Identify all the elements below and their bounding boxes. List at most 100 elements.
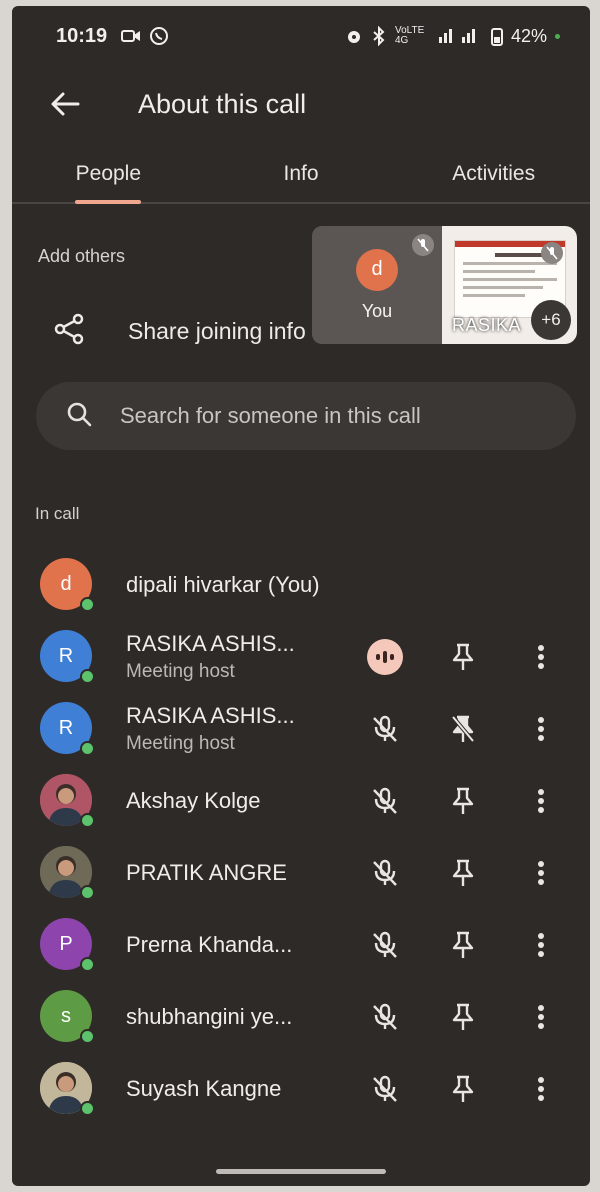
pin-icon[interactable] xyxy=(443,637,483,677)
participant-name: PRATIK ANGRE xyxy=(126,860,287,885)
pin-icon[interactable] xyxy=(443,853,483,893)
unpin-icon[interactable] xyxy=(443,709,483,749)
self-mic-off-icon xyxy=(412,234,434,256)
participant-name: RASIKA ASHIS... xyxy=(126,631,295,656)
participant-row[interactable]: R RASIKA ASHIS... Meeting host xyxy=(12,693,590,765)
pin-icon[interactable] xyxy=(443,781,483,821)
mic-off-icon[interactable] xyxy=(365,853,405,893)
participant-avatar xyxy=(40,774,95,828)
participant-row[interactable]: d dipali hivarkar (You) xyxy=(12,549,590,621)
participant-name-block: RASIKA ASHIS... Meeting host xyxy=(126,703,341,755)
floating-video-tiles[interactable]: d You RASIKA +6 xyxy=(312,226,577,351)
add-others-heading: Add others xyxy=(38,246,126,266)
online-status-dot xyxy=(80,957,95,972)
tab-people[interactable]: People xyxy=(12,146,205,204)
presenter-name-label: RASIKA xyxy=(452,315,522,335)
participant-row[interactable]: R RASIKA ASHIS... Meeting host xyxy=(12,621,590,693)
participant-row[interactable]: s shubhangini ye... xyxy=(12,981,590,1053)
more-options-icon[interactable] xyxy=(521,781,561,821)
participant-name: shubhangini ye... xyxy=(126,1004,293,1029)
presentation-tile[interactable]: RASIKA +6 xyxy=(442,226,577,344)
speaking-indicator-icon[interactable] xyxy=(365,637,405,677)
participant-avatar: R xyxy=(40,702,95,756)
battery-icon xyxy=(490,28,503,46)
participant-name: Prerna Khanda... xyxy=(126,932,293,957)
mic-off-icon[interactable] xyxy=(365,709,405,749)
participant-name-block: PRATIK ANGRE xyxy=(126,860,341,886)
share-icon xyxy=(52,312,92,351)
tab-people-label: People xyxy=(75,162,142,185)
participant-actions xyxy=(365,909,561,981)
more-options-icon[interactable] xyxy=(521,997,561,1037)
participant-avatar: d xyxy=(40,558,95,612)
participant-avatar: P xyxy=(40,918,95,972)
active-tab-indicator xyxy=(75,200,142,204)
mic-off-icon[interactable] xyxy=(365,781,405,821)
self-tile-label: You xyxy=(361,300,393,321)
participant-name-block: dipali hivarkar (You) xyxy=(126,572,341,598)
status-system-icons: VoLTE 4G 42% xyxy=(345,26,560,47)
more-options-icon[interactable] xyxy=(521,853,561,893)
status-time: 10:19 xyxy=(56,24,108,47)
participant-name: Suyash Kangne xyxy=(126,1076,282,1101)
participant-row[interactable]: Suyash Kangne xyxy=(12,1053,590,1125)
more-options-icon[interactable] xyxy=(521,925,561,965)
self-video-tile[interactable]: d You xyxy=(312,226,442,344)
participant-row[interactable]: PRATIK ANGRE xyxy=(12,837,590,909)
pin-icon[interactable] xyxy=(443,1069,483,1109)
back-button[interactable] xyxy=(50,79,110,129)
participant-row[interactable]: P Prerna Khanda... xyxy=(12,909,590,981)
more-options-icon[interactable] xyxy=(521,709,561,749)
mic-off-icon[interactable] xyxy=(365,997,405,1037)
search-icon xyxy=(66,401,96,432)
arrow-back-icon xyxy=(51,92,80,116)
online-status-dot xyxy=(80,597,95,612)
privacy-indicator-dot xyxy=(555,33,560,39)
battery-level: 42% xyxy=(510,25,547,46)
online-status-dot xyxy=(80,813,95,828)
participant-avatar: s xyxy=(40,990,95,1044)
more-options-icon[interactable] xyxy=(521,1069,561,1109)
participant-name-block: shubhangini ye... xyxy=(126,1004,341,1030)
page-title: About this call xyxy=(138,88,307,119)
alarm-icon xyxy=(347,31,360,43)
participant-role: Meeting host xyxy=(126,661,235,682)
search-placeholder: Search for someone in this call xyxy=(120,403,421,428)
tab-activities[interactable]: Activities xyxy=(397,146,590,202)
participant-avatar xyxy=(40,846,95,900)
participant-name-block: Akshay Kolge xyxy=(126,788,341,814)
participant-name-block: Prerna Khanda... xyxy=(126,932,341,958)
phone-screen: 10:19 VoLTE 4G 42% About this call Peopl… xyxy=(12,6,590,1186)
in-call-heading: In call xyxy=(35,504,80,523)
video-notification-icon xyxy=(121,30,141,42)
tab-activities-label: Activities xyxy=(452,162,536,185)
online-status-dot xyxy=(80,1029,95,1044)
more-participants-count[interactable]: +6 xyxy=(531,300,571,340)
tab-info-label: Info xyxy=(283,162,319,185)
pin-icon[interactable] xyxy=(443,997,483,1037)
participant-actions xyxy=(365,837,561,909)
participant-name-block: Suyash Kangne xyxy=(126,1076,341,1102)
tab-bar: People Info Activities xyxy=(12,146,590,204)
participant-actions xyxy=(365,1053,561,1125)
participant-list: d dipali hivarkar (You) R RASIKA ASHIS... Me… xyxy=(12,549,590,1125)
pin-icon[interactable] xyxy=(443,925,483,965)
mic-off-icon[interactable] xyxy=(365,1069,405,1109)
mic-off-icon[interactable] xyxy=(365,925,405,965)
participant-name-block: RASIKA ASHIS... Meeting host xyxy=(126,631,341,683)
online-status-dot xyxy=(80,741,95,756)
status-bar: 10:19 VoLTE 4G 42% xyxy=(12,6,590,66)
home-gesture-bar[interactable] xyxy=(216,1169,386,1174)
participant-actions xyxy=(365,981,561,1053)
status-notification-icons xyxy=(121,26,169,46)
participant-row[interactable]: Akshay Kolge xyxy=(12,765,590,837)
participant-search-field[interactable]: Search for someone in this call xyxy=(36,382,576,450)
online-status-dot xyxy=(80,885,95,900)
self-avatar: d xyxy=(356,248,398,291)
participant-actions xyxy=(365,693,561,765)
more-options-icon[interactable] xyxy=(521,637,561,677)
presenter-mic-off-icon xyxy=(541,242,563,264)
participant-name: Akshay Kolge xyxy=(126,788,261,813)
tab-info[interactable]: Info xyxy=(205,146,398,202)
online-status-dot xyxy=(80,1101,95,1116)
